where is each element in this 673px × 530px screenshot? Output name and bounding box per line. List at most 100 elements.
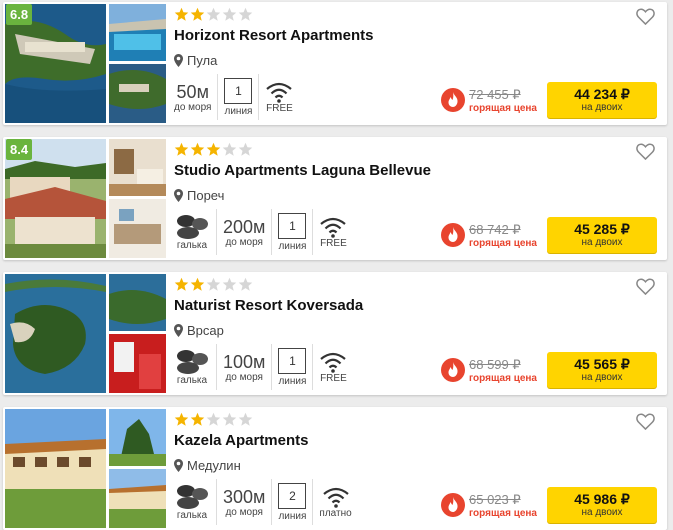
beach-line-number: 2 bbox=[278, 482, 307, 509]
heart-icon[interactable] bbox=[636, 143, 655, 160]
hotel-card[interactable]: 6.8 Horizont Resort Apartments Пула 50м … bbox=[3, 2, 667, 125]
sea-distance-value: 300м bbox=[223, 486, 266, 507]
price-area: 65 023 ₽ горящая цена 45 986 ₽ на двоих bbox=[441, 487, 657, 523]
beach-line-label: линия bbox=[278, 375, 307, 387]
price-button[interactable]: 44 234 ₽ на двоих bbox=[547, 82, 657, 118]
price-value: 45 285 ₽ bbox=[574, 221, 630, 237]
hotel-photo-thumb-2[interactable] bbox=[109, 199, 166, 258]
wifi: FREE bbox=[312, 209, 353, 255]
old-price: 65 023 ₽ bbox=[469, 491, 521, 507]
wifi: платно bbox=[312, 479, 357, 525]
price-button[interactable]: 45 285 ₽ на двоих bbox=[547, 217, 657, 253]
heart-icon[interactable] bbox=[636, 413, 655, 430]
star-filled-icon bbox=[190, 142, 205, 162]
map-pin-icon bbox=[174, 324, 183, 337]
old-price: 68 599 ₽ bbox=[469, 356, 521, 372]
location-label: Врсар bbox=[187, 323, 224, 338]
map-pin-icon bbox=[174, 189, 183, 202]
price-area: 68 742 ₽ горящая цена 45 285 ₽ на двоих bbox=[441, 217, 657, 253]
hotel-photo-thumb-2[interactable] bbox=[109, 64, 166, 123]
price-button[interactable]: 45 986 ₽ на двоих bbox=[547, 487, 657, 523]
hotel-location: Пореч bbox=[174, 188, 224, 203]
rating-badge: 8.4 bbox=[6, 139, 33, 160]
wifi-label: платно bbox=[319, 507, 352, 519]
price-sub: на двоих bbox=[581, 237, 623, 248]
sea-distance-value: 200м bbox=[223, 216, 266, 237]
wifi-label: FREE bbox=[266, 102, 293, 114]
pebbles-icon bbox=[177, 214, 208, 239]
star-empty-icon bbox=[206, 277, 221, 297]
wifi-icon bbox=[322, 487, 349, 508]
star-empty-icon bbox=[222, 412, 237, 432]
price-sub: на двоих bbox=[581, 507, 623, 518]
star-rating bbox=[174, 7, 253, 27]
price-button[interactable]: 45 565 ₽ на двоих bbox=[547, 352, 657, 388]
wifi: FREE bbox=[312, 344, 353, 390]
old-price-block: 65 023 ₽ горящая цена bbox=[469, 492, 537, 519]
hotel-photo-thumb-1[interactable] bbox=[109, 274, 166, 331]
star-filled-icon bbox=[190, 7, 205, 27]
star-empty-icon bbox=[222, 277, 237, 297]
sea-distance-value: 100м bbox=[223, 351, 266, 372]
wifi-label: FREE bbox=[320, 372, 347, 384]
hotel-card[interactable]: Kazela Apartments Медулин галька 300м до… bbox=[3, 407, 667, 530]
fire-icon bbox=[441, 493, 465, 517]
hotel-photo-main[interactable] bbox=[5, 274, 106, 393]
pebbles-icon bbox=[177, 484, 208, 509]
star-empty-icon bbox=[206, 7, 221, 27]
hotel-card[interactable]: Naturist Resort Koversada Врсар галька 1… bbox=[3, 272, 667, 395]
wifi-icon bbox=[320, 217, 347, 238]
hotel-name[interactable]: Naturist Resort Koversada bbox=[174, 297, 363, 314]
hotel-photo-main[interactable] bbox=[5, 409, 106, 528]
hotel-name[interactable]: Studio Apartments Laguna Bellevue bbox=[174, 162, 431, 179]
sea-distance: 100м до моря bbox=[216, 344, 271, 390]
hotel-features: галька 300м до моря 2 линия платно bbox=[174, 479, 358, 525]
star-empty-icon bbox=[206, 412, 221, 432]
heart-icon[interactable] bbox=[636, 278, 655, 295]
sea-distance-value: 50м bbox=[176, 81, 209, 102]
beach-type-label: галька bbox=[176, 239, 208, 251]
price-area: 72 455 ₽ горящая цена 44 234 ₽ на двоих bbox=[441, 82, 657, 118]
price-sub: на двоих bbox=[581, 372, 623, 383]
hot-price-label: горящая цена bbox=[469, 507, 537, 519]
map-pin-icon bbox=[174, 459, 183, 472]
old-price: 72 455 ₽ bbox=[469, 86, 521, 102]
heart-icon[interactable] bbox=[636, 8, 655, 25]
sea-distance-label: до моря bbox=[174, 101, 212, 113]
star-filled-icon bbox=[174, 142, 189, 162]
star-filled-icon bbox=[190, 412, 205, 432]
beach-line: 1 линия bbox=[271, 344, 312, 390]
beach-line-number: 1 bbox=[278, 212, 307, 239]
hotel-photo-thumb-1[interactable] bbox=[109, 409, 166, 466]
star-empty-icon bbox=[222, 7, 237, 27]
hotel-photo-thumb-2[interactable] bbox=[109, 469, 166, 528]
hotel-features: галька 200м до моря 1 линия FREE bbox=[174, 209, 353, 255]
fire-icon bbox=[441, 223, 465, 247]
hotel-name[interactable]: Horizont Resort Apartments bbox=[174, 27, 373, 44]
beach-type: галька bbox=[174, 344, 216, 390]
old-price-block: 68 599 ₽ горящая цена bbox=[469, 357, 537, 384]
star-empty-icon bbox=[238, 412, 253, 432]
price-sub: на двоих bbox=[581, 102, 623, 113]
star-empty-icon bbox=[222, 142, 237, 162]
beach-line-number: 1 bbox=[224, 77, 253, 104]
hotel-card[interactable]: 8.4 Studio Apartments Laguna Bellevue По… bbox=[3, 137, 667, 260]
star-rating bbox=[174, 277, 253, 297]
price-value: 44 234 ₽ bbox=[574, 86, 630, 102]
sea-distance-label: до моря bbox=[225, 236, 263, 248]
price-value: 45 565 ₽ bbox=[574, 356, 630, 372]
hotel-photo-thumb-2[interactable] bbox=[109, 334, 166, 393]
hotel-photo-thumb-1[interactable] bbox=[109, 4, 166, 61]
wifi-icon bbox=[266, 82, 293, 103]
wifi: FREE bbox=[258, 74, 299, 120]
hotel-location: Врсар bbox=[174, 323, 224, 338]
star-empty-icon bbox=[238, 277, 253, 297]
beach-type: галька bbox=[174, 479, 216, 525]
hotel-name[interactable]: Kazela Apartments bbox=[174, 432, 309, 449]
hotel-features: 50м до моря 1 линия FREE bbox=[174, 74, 299, 120]
location-label: Пула bbox=[187, 53, 218, 68]
fire-icon bbox=[441, 358, 465, 382]
star-filled-icon bbox=[206, 142, 221, 162]
map-pin-icon bbox=[174, 54, 183, 67]
hotel-photo-thumb-1[interactable] bbox=[109, 139, 166, 196]
